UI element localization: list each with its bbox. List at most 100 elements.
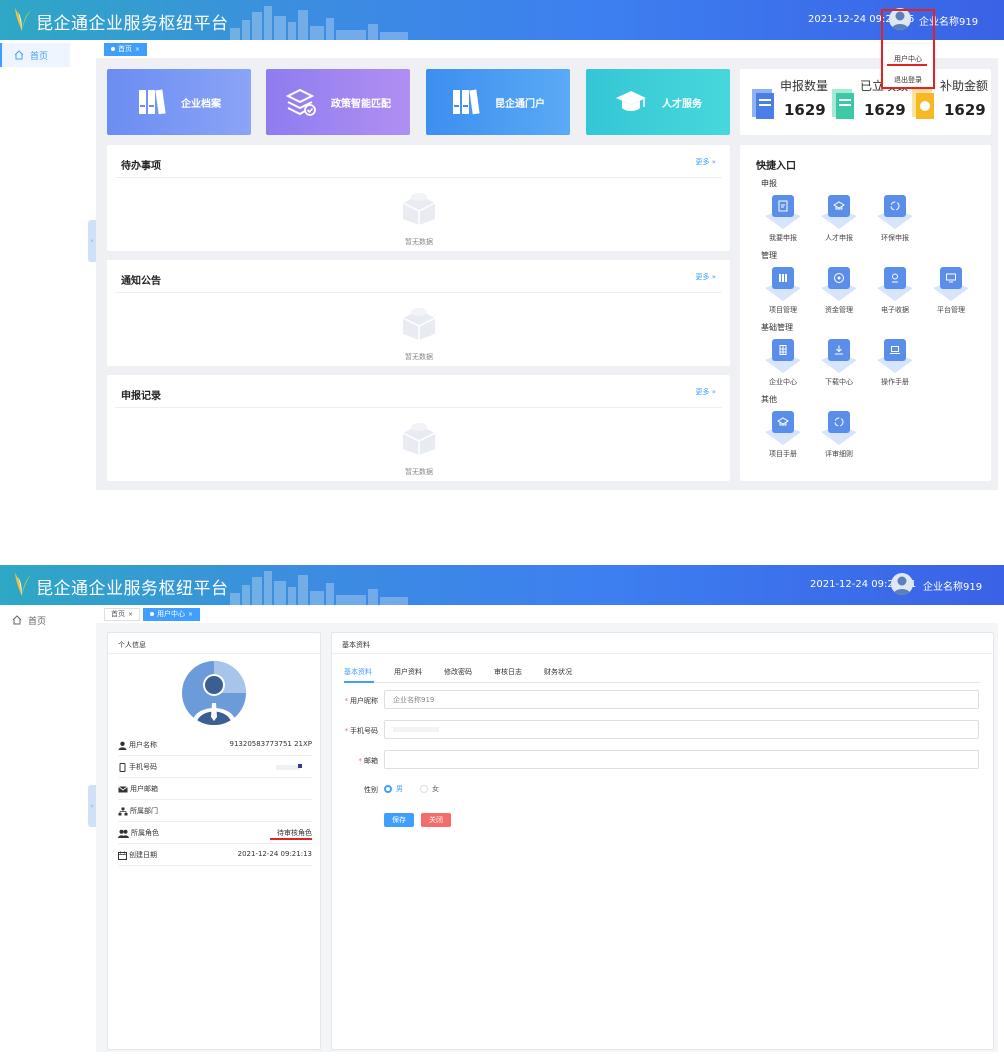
more-link[interactable]: 更多 » xyxy=(695,157,716,167)
empty-text: 暂无数据 xyxy=(405,468,433,476)
quick-entry-label: 我要申报 xyxy=(769,234,797,242)
quick-entry-platform-manage[interactable]: 平台管理 xyxy=(928,265,974,319)
sidebar-item-label: 首页 xyxy=(30,51,49,62)
role-value: 待审核角色 xyxy=(277,829,312,837)
required-mark: * xyxy=(344,697,349,705)
tile-label: 昆企通门户 xyxy=(495,98,545,110)
sidebar: 首页 xyxy=(0,40,96,495)
download-icon xyxy=(828,339,850,361)
panel-title: 待办事项 xyxy=(121,161,161,172)
info-row-phone: 手机号码 xyxy=(118,756,312,778)
close-icon[interactable]: × xyxy=(135,46,140,53)
quick-entry-card: 快捷入口 申报 我要申报 人才申报 环保申报 管理 项目管理 资金管理 电子收据… xyxy=(740,145,991,481)
sidebar-item-home[interactable]: 首页 xyxy=(0,43,70,67)
quick-entry-project-manage[interactable]: 项目管理 xyxy=(760,265,806,319)
tab-user-profile[interactable]: 用户资料 xyxy=(394,667,422,677)
sidebar-item-home[interactable]: 首页 xyxy=(0,608,70,632)
logo-icon xyxy=(15,573,31,596)
quick-entry-eco-apply[interactable]: 环保申报 xyxy=(872,193,918,247)
chevron-left-icon: ‹ xyxy=(90,802,94,810)
tab-label: 用户中心 xyxy=(157,610,186,618)
edit-document-icon xyxy=(772,195,794,217)
info-key: 所属角色 xyxy=(131,829,159,837)
active-tab-indicator xyxy=(344,681,374,683)
quick-entry-manual[interactable]: 操作手册 xyxy=(872,337,918,391)
nickname-input[interactable]: 企业名称919 xyxy=(384,690,979,709)
layers-check-icon xyxy=(285,88,316,116)
info-row-email: 用户邮箱 xyxy=(118,778,312,800)
divider xyxy=(332,653,993,654)
tab-user-center[interactable]: 用户中心 × xyxy=(143,607,201,621)
empty-box-icon xyxy=(402,308,436,340)
personal-info-card: 个人信息 用户名称 91320583773751 21XP 手机号码 用户邮箱 xyxy=(107,632,321,1050)
tab-label: 首页 xyxy=(118,45,132,53)
tab-home[interactable]: 首页 × xyxy=(104,42,148,56)
quick-entry-fund-manage[interactable]: 资金管理 xyxy=(816,265,862,319)
quick-entry-label: 操作手册 xyxy=(881,378,909,386)
profile-avatar[interactable] xyxy=(182,661,246,725)
more-link[interactable]: 更多 » xyxy=(695,387,716,397)
close-icon[interactable]: × xyxy=(128,611,133,618)
phone-icon xyxy=(119,762,126,772)
app-title: 昆企通企业服务枢纽平台 xyxy=(36,14,229,34)
gender-radio-male[interactable]: 男 xyxy=(384,784,403,794)
user-silhouette-icon xyxy=(192,661,246,725)
top-header: 昆企通企业服务枢纽平台 2021-12-24 09:29:41 企业名称919 xyxy=(0,565,1004,605)
tab-audit-log[interactable]: 审核日志 xyxy=(494,667,522,677)
tab-home[interactable]: 首页 × xyxy=(104,607,141,621)
panel-title: 通知公告 xyxy=(121,276,161,287)
tab-basic-info[interactable]: 基本资料 xyxy=(344,667,372,677)
card-title: 基本资料 xyxy=(342,641,370,649)
company-name[interactable]: 企业名称919 xyxy=(923,578,982,593)
info-key: 所属部门 xyxy=(130,807,158,815)
tile-talent-service[interactable]: 人才服务 xyxy=(586,69,730,135)
recycle-icon xyxy=(828,411,850,433)
user-avatar[interactable] xyxy=(891,573,913,595)
close-icon[interactable]: × xyxy=(188,611,193,618)
tile-enterprise-archive[interactable]: 企业档案 xyxy=(107,69,251,135)
report-stack-icon xyxy=(752,89,774,119)
save-button[interactable]: 保存 xyxy=(384,813,414,827)
empty-box-icon xyxy=(402,193,436,225)
email-label: * 邮箱 xyxy=(358,757,379,765)
phone-label: * 手机号码 xyxy=(344,727,379,735)
sidebar-collapse-toggle[interactable]: ‹ xyxy=(88,785,96,827)
empty-text: 暂无数据 xyxy=(405,238,433,246)
graduation-cap-icon xyxy=(616,91,646,111)
annotation-underline xyxy=(270,838,312,840)
quick-entry-talent-apply[interactable]: 人才申报 xyxy=(816,193,862,247)
sidebar: 首页 xyxy=(0,605,96,1057)
tile-policy-matching[interactable]: 政策智能匹配 xyxy=(266,69,410,135)
quick-entry-e-receipt[interactable]: 电子收据 xyxy=(872,265,918,319)
info-key: 手机号码 xyxy=(129,763,157,771)
quick-entry-label: 电子收据 xyxy=(881,306,909,314)
breadcrumb: 首页 × 用户中心 × xyxy=(96,605,1004,623)
quick-entry-label: 下载中心 xyxy=(825,378,853,386)
info-row-created: 创建日期 2021-12-24 09:21:13 xyxy=(118,844,312,866)
close-button[interactable]: 关闭 xyxy=(421,813,451,827)
tile-portal[interactable]: 昆企通门户 xyxy=(426,69,570,135)
quick-entry-review-rules[interactable]: 评审细则 xyxy=(816,409,862,463)
quick-entry-project-handbook[interactable]: 项目手册 xyxy=(760,409,806,463)
gender-radio-female[interactable]: 女 xyxy=(420,784,439,794)
screenshot-user-center: 昆企通企业服务枢纽平台 2021-12-24 09:29:41 企业名称919 … xyxy=(0,565,1004,1057)
info-key: 创建日期 xyxy=(129,851,157,859)
home-icon xyxy=(14,50,24,60)
quick-entry-label: 企业中心 xyxy=(769,378,797,386)
more-link[interactable]: 更多 » xyxy=(695,272,716,282)
stat-label-apply-count: 申报数量 xyxy=(780,79,829,93)
quick-entry-apply[interactable]: 我要申报 xyxy=(760,193,806,247)
required-mark: * xyxy=(344,727,349,735)
phone-input[interactable] xyxy=(384,720,979,739)
quick-entry-enterprise-center[interactable]: 企业中心 xyxy=(760,337,806,391)
info-value: 2021-12-24 09:21:13 xyxy=(237,850,312,858)
tab-change-password[interactable]: 修改密码 xyxy=(444,667,472,677)
tab-finance[interactable]: 财务状况 xyxy=(544,667,572,677)
quick-entry-download-center[interactable]: 下载中心 xyxy=(816,337,862,391)
quick-entry-title: 快捷入口 xyxy=(756,161,796,172)
email-input[interactable] xyxy=(384,750,979,769)
sidebar-collapse-toggle[interactable]: ‹ xyxy=(88,220,96,262)
stat-value-subsidy-amount: 1629 xyxy=(944,101,986,119)
divider xyxy=(115,177,722,178)
quick-entry-label: 人才申报 xyxy=(825,234,853,242)
